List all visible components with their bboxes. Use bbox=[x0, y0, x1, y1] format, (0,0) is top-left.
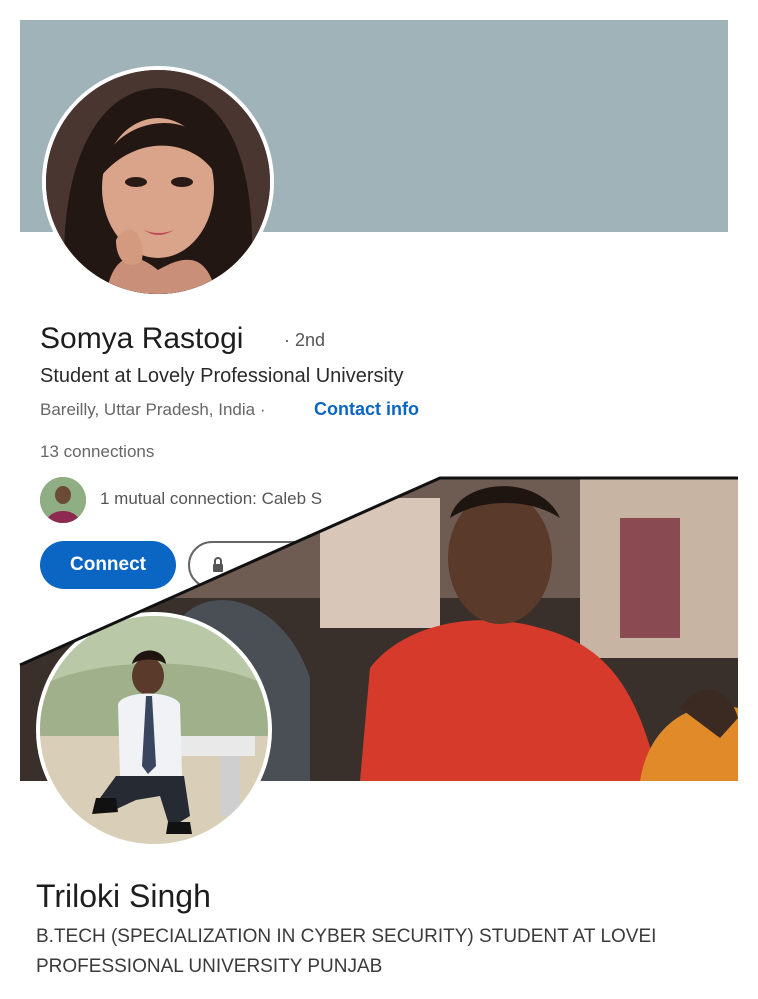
profile-headline-line2: PROFESSIONAL UNIVERSITY PUNJAB bbox=[36, 956, 383, 977]
mutual-connections-text[interactable]: 1 mutual connection: Caleb S bbox=[100, 489, 322, 509]
banner-arc-decoration bbox=[540, 20, 728, 232]
connections-count[interactable]: 13 connections bbox=[40, 442, 154, 462]
profile-headline-line1: B.TECH (SPECIALIZATION IN CYBER SECURITY… bbox=[36, 926, 657, 947]
avatar-portrait-image bbox=[40, 616, 268, 844]
mutual-connection-avatar[interactable] bbox=[40, 477, 86, 523]
mutual-avatar-image bbox=[40, 477, 86, 523]
connect-button[interactable]: Connect bbox=[40, 541, 176, 589]
connection-degree-badge: · 2nd bbox=[284, 330, 326, 350]
profile-name: Somya Rastogi bbox=[40, 322, 244, 355]
profile-avatar[interactable] bbox=[42, 66, 274, 298]
profile-headline: Student at Lovely Professional Universit… bbox=[40, 365, 404, 387]
profile-location: Bareilly, Uttar Pradesh, India · bbox=[40, 400, 266, 419]
lock-icon bbox=[213, 557, 223, 572]
avatar-portrait-image bbox=[46, 70, 270, 294]
contact-info-link[interactable]: Contact info bbox=[314, 399, 419, 420]
profile-avatar[interactable] bbox=[36, 612, 272, 848]
profile-name: Triloki Singh bbox=[36, 878, 211, 914]
